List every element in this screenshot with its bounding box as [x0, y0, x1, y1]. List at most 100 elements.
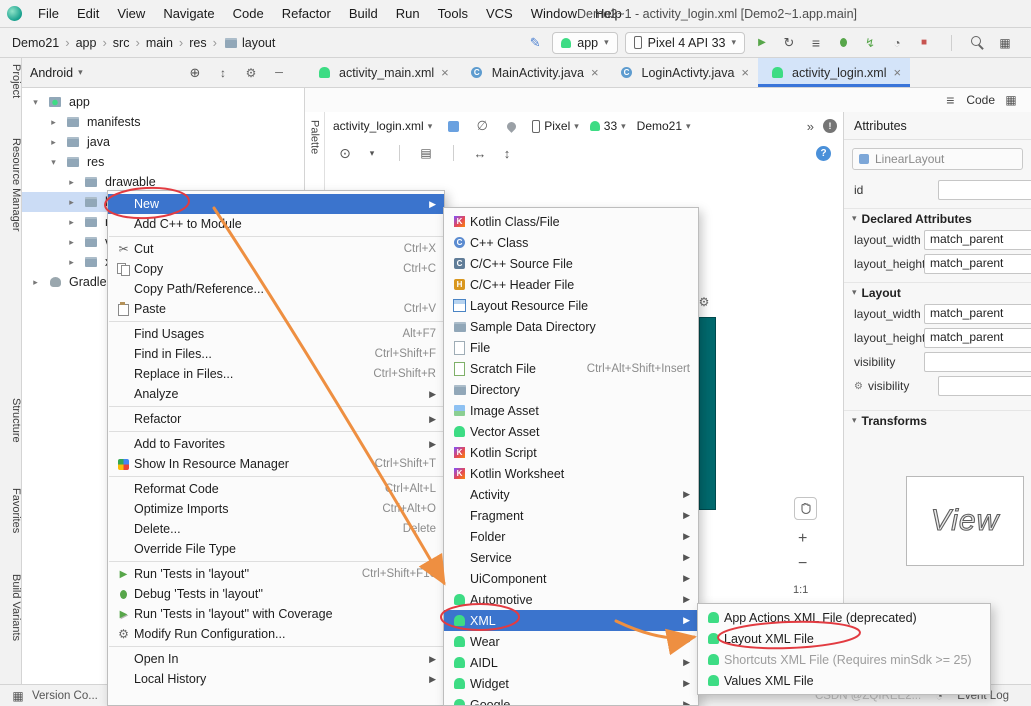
list-icon[interactable]: [806, 33, 826, 53]
eye-icon[interactable]: [335, 143, 355, 163]
submenu-item[interactable]: Layout XML File ▶: [698, 628, 990, 649]
chevron-icon[interactable]: [48, 157, 59, 168]
zoom-in-button[interactable]: +: [798, 530, 807, 548]
chevron-icon[interactable]: [66, 217, 77, 228]
project-view-selector[interactable]: Android ▾: [30, 66, 83, 80]
submenu-item[interactable]: Layout Resource File ▶: [444, 295, 698, 316]
breadcrumb-item[interactable]: main: [131, 35, 174, 50]
menubar-item[interactable]: Refactor: [273, 0, 340, 27]
menubar-item[interactable]: File: [29, 0, 68, 27]
context-menu-item[interactable]: Find in Files... Ctrl+Shift+F ▶: [108, 344, 444, 364]
editor-tab[interactable]: activity_login.xml ×: [758, 58, 911, 87]
submenu-item[interactable]: Fragment ▶: [444, 505, 698, 526]
tool-window-button[interactable]: Favorites: [0, 488, 22, 533]
context-menu-item[interactable]: Open In ▶: [108, 649, 444, 669]
menubar-item[interactable]: View: [108, 0, 154, 27]
submenu-item[interactable]: Image Asset ▶: [444, 400, 698, 421]
context-menu-item[interactable]: Refactor ▶: [108, 409, 444, 429]
attribute-value-input[interactable]: match_parent: [924, 254, 1031, 274]
pan-tool-button[interactable]: [794, 497, 817, 520]
component-selector[interactable]: LinearLayout: [852, 148, 1023, 170]
submenu-item[interactable]: Scratch File Ctrl+Alt+Shift+Insert ▶: [444, 358, 698, 379]
context-menu-item[interactable]: Run 'Tests in 'layout'' with Coverage ▶: [108, 604, 444, 624]
chevron-icon[interactable]: [66, 197, 77, 208]
brush-icon[interactable]: [525, 33, 545, 53]
zoom-ratio-button[interactable]: 1:1: [793, 584, 808, 596]
divider-icon[interactable]: [389, 143, 409, 163]
context-menu-item[interactable]: Cut Ctrl+X ▶: [108, 239, 444, 259]
layers-icon[interactable]: [416, 143, 436, 163]
submenu-item[interactable]: C/C++ Header File ▶: [444, 274, 698, 295]
context-menu-item[interactable]: Copy Ctrl+C ▶: [108, 259, 444, 279]
submenu-item[interactable]: C++ Class ▶: [444, 232, 698, 253]
chevron-icon[interactable]: [48, 117, 59, 128]
context-menu-item[interactable]: Modify Run Configuration... ▶: [108, 624, 444, 644]
menubar-item[interactable]: Build: [340, 0, 387, 27]
stop-icon[interactable]: [914, 33, 934, 53]
context-menu-item[interactable]: New ▶: [108, 194, 444, 214]
menubar-item[interactable]: Code: [224, 0, 273, 27]
clock-icon[interactable]: [887, 33, 907, 53]
tool-window-button[interactable]: Resource Manager: [0, 138, 22, 232]
submenu-item[interactable]: Values XML File ▶: [698, 670, 990, 691]
api-level-selector[interactable]: 33 ▾: [589, 119, 626, 133]
submenu-item[interactable]: File ▶: [444, 337, 698, 358]
section-layout[interactable]: ▾ Layout: [844, 282, 1031, 302]
device-selector[interactable]: Pixel 4 API 33 ▾: [624, 31, 745, 54]
close-tab-icon[interactable]: ×: [893, 65, 901, 80]
section-declared-attributes[interactable]: ▾ Declared Attributes: [844, 208, 1031, 228]
menubar-item[interactable]: Edit: [68, 0, 108, 27]
layout-preview[interactable]: [699, 317, 716, 510]
submenu-item[interactable]: C/C++ Source File ▶: [444, 253, 698, 274]
toolwindow-toggle-icon[interactable]: [8, 686, 28, 706]
slash-circle-icon[interactable]: [472, 116, 492, 136]
chevron-icon[interactable]: [48, 137, 59, 148]
updown-icon[interactable]: [213, 63, 233, 83]
hide-icon[interactable]: [269, 63, 289, 83]
color-picker-icon[interactable]: [501, 116, 521, 136]
section-transforms[interactable]: ▾ Transforms: [844, 410, 1031, 430]
locate-icon[interactable]: [185, 63, 205, 83]
design-device-selector[interactable]: Pixel ▾: [532, 119, 579, 133]
context-menu-item[interactable]: Delete... Delete ▶: [108, 519, 444, 539]
split-view-icon[interactable]: [940, 90, 960, 110]
breadcrumb-item[interactable]: layout: [209, 35, 278, 50]
menubar-item[interactable]: Tools: [429, 0, 477, 27]
grid-icon[interactable]: [995, 33, 1015, 53]
editor-tab[interactable]: MainActivity.java ×: [458, 58, 608, 87]
chevron-icon[interactable]: [66, 257, 77, 268]
submenu-item[interactable]: Kotlin Worksheet ▶: [444, 463, 698, 484]
chevron-icon[interactable]: [66, 177, 77, 188]
tree-item[interactable]: java: [22, 132, 304, 152]
design-mode-icon[interactable]: [1001, 90, 1021, 110]
palette-tab[interactable]: Palette: [305, 112, 325, 196]
help-icon[interactable]: ?: [816, 146, 831, 161]
tool-window-button[interactable]: Structure: [0, 398, 22, 443]
context-menu-item[interactable]: ▶: [108, 429, 444, 434]
context-menu-item[interactable]: Paste Ctrl+V ▶: [108, 299, 444, 319]
toolbar-overflow-icon[interactable]: »: [807, 119, 814, 134]
close-tab-icon[interactable]: ×: [591, 65, 599, 80]
submenu-item[interactable]: Widget ▶: [444, 673, 698, 694]
context-menu-item[interactable]: Replace in Files... Ctrl+Shift+R ▶: [108, 364, 444, 384]
id-input[interactable]: [938, 180, 1031, 200]
submenu-item[interactable]: App Actions XML File (deprecated) ▶: [698, 607, 990, 628]
context-menu-item[interactable]: ▶: [108, 644, 444, 649]
context-menu-item[interactable]: Find Usages Alt+F7 ▶: [108, 324, 444, 344]
submenu-item[interactable]: AIDL ▶: [444, 652, 698, 673]
breadcrumb-item[interactable]: res: [175, 35, 209, 50]
context-menu-item[interactable]: ▶: [108, 404, 444, 409]
breadcrumb-item[interactable]: Demo21: [10, 36, 61, 50]
context-menu-item[interactable]: Add C++ to Module ▶: [108, 214, 444, 234]
context-menu-item[interactable]: Local History ▶: [108, 669, 444, 689]
bug-icon[interactable]: [833, 33, 853, 53]
design-view-icon[interactable]: [443, 116, 463, 136]
tree-item[interactable]: app: [22, 92, 304, 112]
chevron-icon[interactable]: [66, 237, 77, 248]
submenu-item[interactable]: XML ▶: [444, 610, 698, 631]
context-menu-item[interactable]: ▶: [108, 559, 444, 564]
attribute-value-input[interactable]: [924, 352, 1031, 372]
tree-item[interactable]: manifests: [22, 112, 304, 132]
editor-tab[interactable]: activity_main.xml ×: [305, 58, 458, 87]
tree-item[interactable]: res: [22, 152, 304, 172]
